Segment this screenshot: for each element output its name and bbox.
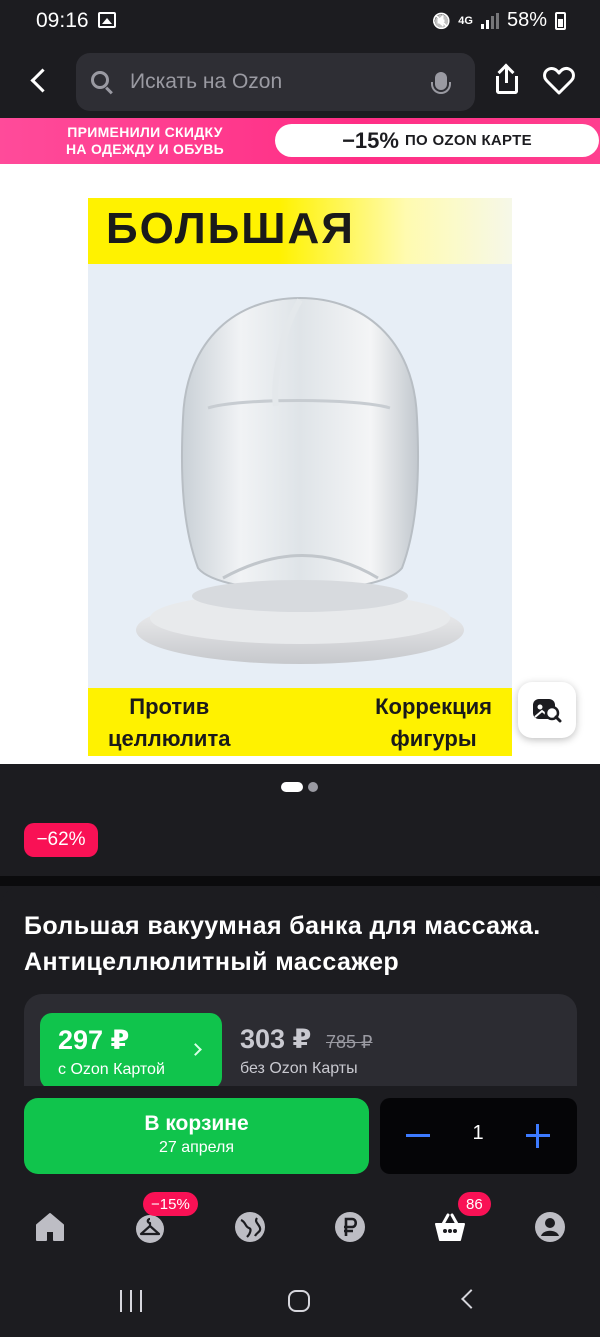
ozon-card-price: 297 ₽ (58, 1025, 130, 1055)
search-icon (91, 71, 109, 89)
promo-percent: −15% (342, 127, 399, 153)
pagination-dot[interactable] (308, 782, 318, 792)
chevron-right-icon (189, 1043, 202, 1056)
old-price: 785 ₽ (326, 1032, 373, 1052)
nav-home[interactable] (33, 1210, 67, 1244)
pagination-dot-active[interactable] (281, 782, 303, 792)
nav-finance[interactable] (333, 1210, 367, 1244)
system-navigation (0, 1270, 600, 1337)
microphone-icon[interactable] (431, 72, 451, 94)
profile-icon (535, 1212, 565, 1242)
nav-fresh[interactable] (233, 1210, 267, 1244)
image-title-band: БОЛЬШАЯ (88, 198, 512, 264)
delivery-date: 27 апреля (158, 1139, 235, 1156)
catalog-badge: −15% (143, 1192, 198, 1216)
bottom-navigation: −15% 86 (0, 1186, 600, 1270)
discount-badge: −62% (24, 823, 98, 857)
section-divider (0, 876, 600, 886)
status-bar: 09:16 4G 58% (0, 0, 600, 42)
regular-price-label: без Ozon Карты (240, 1060, 358, 1077)
product-title: Большая вакуумная банка для массажа. Ант… (24, 912, 541, 976)
image-caption-band: Против целлюлита Коррекция фигуры (88, 688, 512, 756)
product-image: БОЛЬШАЯ Против целлюлита Коррекция фигур… (88, 198, 512, 756)
cart-count-badge: 86 (458, 1192, 491, 1216)
gallery-pagination (281, 782, 318, 792)
regular-price: 303 ₽ (240, 1024, 312, 1054)
battery-percent: 58% (506, 9, 547, 31)
home-icon (36, 1213, 64, 1241)
search-bar[interactable] (76, 53, 475, 111)
promo-pill-text: ПО OZON КАРТЕ (404, 132, 532, 149)
back-button[interactable] (22, 64, 58, 100)
mute-icon (432, 12, 450, 30)
visual-search-icon (533, 699, 562, 723)
in-cart-button[interactable]: В корзине 27 апреля (24, 1098, 369, 1174)
promo-banner[interactable]: ПРИМЕНИЛИ СКИДКУ НА ОДЕЖДУ И ОБУВЬ −15% … (0, 118, 600, 164)
promo-pill: −15% ПО OZON КАРТЕ (275, 124, 599, 157)
search-header (0, 42, 600, 118)
decrease-quantity-button[interactable] (406, 1134, 430, 1137)
home-button[interactable] (288, 1290, 310, 1312)
product-gallery[interactable]: БОЛЬШАЯ Против целлюлита Коррекция фигур… (0, 164, 600, 764)
heart-icon (543, 67, 575, 95)
basket-icon (435, 1213, 465, 1241)
image-title: БОЛЬШАЯ (106, 204, 355, 253)
increase-quantity-button[interactable] (526, 1124, 550, 1148)
vacuum-cup-image (136, 296, 464, 664)
nav-cart[interactable] (433, 1210, 467, 1244)
status-indicators: 4G 58% (432, 9, 566, 32)
ruble-icon (335, 1212, 365, 1242)
status-time: 09:16 (36, 9, 89, 32)
caption-body-shaping: Коррекция фигуры (375, 694, 492, 751)
network-type: 4G (458, 14, 473, 27)
nav-profile[interactable] (533, 1210, 567, 1244)
gallery-notification-icon (98, 12, 116, 28)
ozon-card-price-button[interactable]: 297 ₽ с Ozon Картой (40, 1013, 222, 1089)
globe-icon (235, 1212, 265, 1242)
cart-action-bar: В корзине 27 апреля 1 (0, 1086, 600, 1186)
signal-icon (480, 12, 499, 29)
quantity-value: 1 (472, 1122, 484, 1144)
recent-apps-button[interactable] (120, 1290, 142, 1312)
favorite-button[interactable] (542, 64, 576, 98)
ozon-card-price-label: с Ozon Картой (58, 1061, 165, 1078)
battery-icon (555, 11, 566, 30)
system-back-button[interactable] (461, 1289, 481, 1309)
search-input[interactable] (130, 53, 420, 111)
in-cart-label: В корзине (144, 1112, 249, 1135)
caption-anti-cellulite: Против целлюлита (108, 694, 231, 751)
quantity-stepper: 1 (380, 1098, 577, 1174)
promo-text: ПРИМЕНИЛИ СКИДКУ НА ОДЕЖДУ И ОБУВЬ (65, 124, 225, 157)
share-button[interactable] (490, 64, 524, 98)
similar-search-button[interactable] (518, 682, 576, 738)
